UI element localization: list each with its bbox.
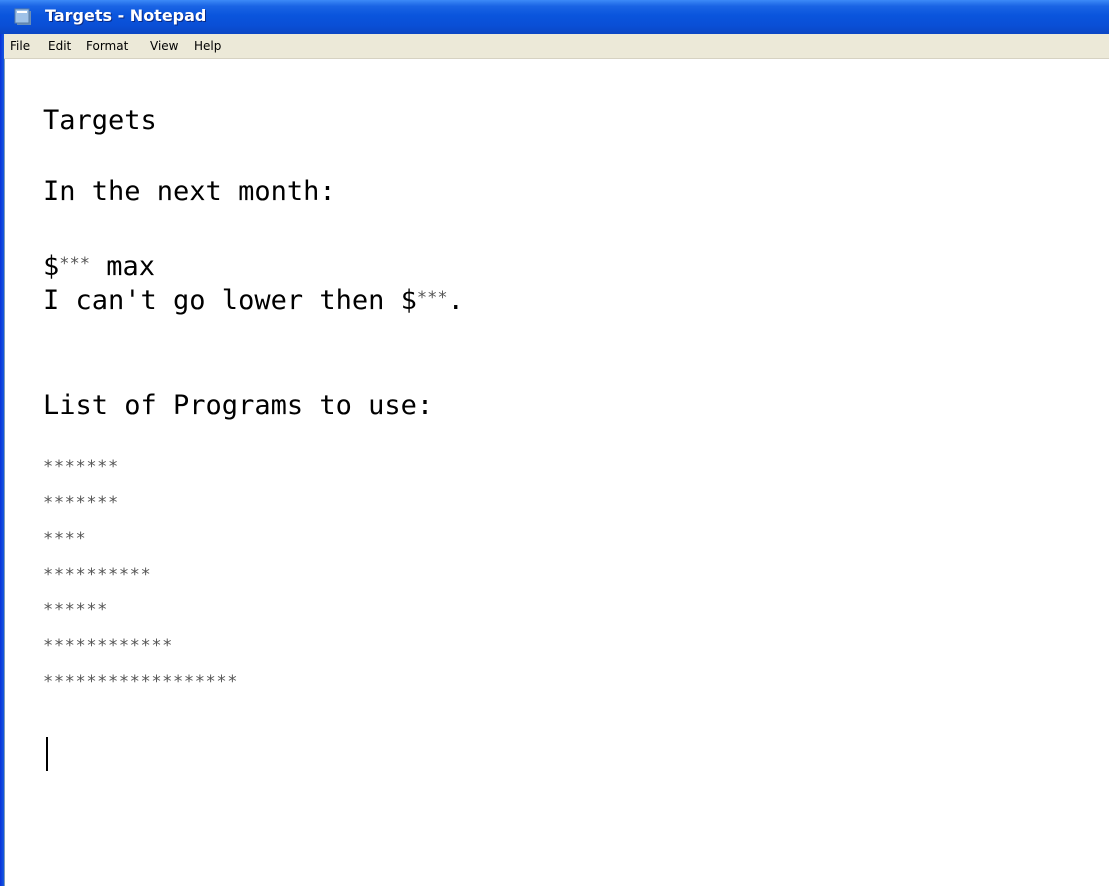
text-caret: [46, 737, 48, 771]
title-bar[interactable]: Targets - Notepad: [0, 0, 1109, 34]
document-line-month: In the next month:: [43, 176, 336, 207]
document-line-title: Targets: [43, 105, 157, 136]
notepad-window: Targets - Notepad File Edit Format View …: [0, 0, 1109, 886]
document-line-lower: I can't go lower then $***.: [43, 283, 464, 316]
menu-format[interactable]: Format: [86, 39, 128, 54]
program-line: **********: [43, 565, 152, 585]
text-editor-area[interactable]: Targets In the next month: $*** max I ca…: [4, 59, 1109, 886]
program-line: ****: [43, 529, 87, 549]
menu-bar: File Edit Format View Help: [0, 34, 1109, 59]
window-title: Targets - Notepad: [45, 6, 207, 25]
document-line-max: $*** max: [43, 249, 155, 282]
lower-suffix: .: [447, 285, 464, 316]
program-line: *******: [43, 493, 119, 513]
lower-prefix: I can't go lower then $: [43, 285, 417, 316]
menu-help[interactable]: Help: [194, 39, 221, 54]
menu-file[interactable]: File: [10, 39, 30, 54]
notepad-icon[interactable]: [14, 8, 34, 26]
program-line: ******: [43, 600, 109, 620]
max-prefix: $: [43, 251, 60, 282]
lower-masked-amount: ***: [416, 288, 448, 308]
document-line-programs: List of Programs to use:: [43, 390, 434, 421]
program-line: *******: [43, 457, 119, 477]
program-line: ************: [43, 636, 174, 656]
max-suffix: max: [89, 251, 156, 282]
menu-edit[interactable]: Edit: [48, 39, 71, 54]
max-masked-amount: ***: [59, 254, 90, 274]
menu-view[interactable]: View: [150, 39, 178, 54]
program-line: ******************: [43, 672, 239, 692]
